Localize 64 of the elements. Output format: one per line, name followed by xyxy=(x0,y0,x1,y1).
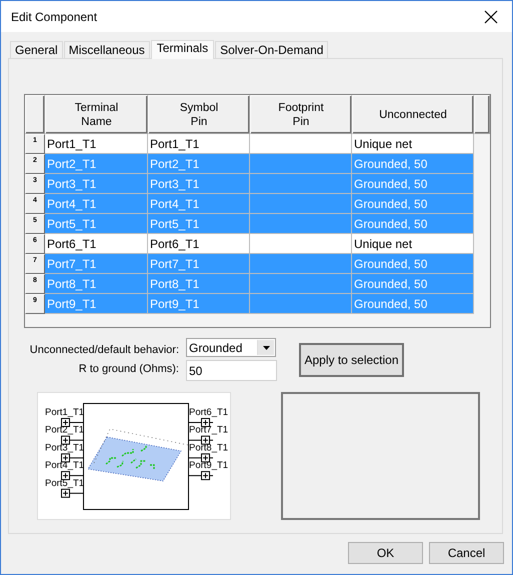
table-cell: Port9_T1 xyxy=(148,294,250,314)
table-cell: Port7_T1 xyxy=(45,254,148,274)
table-cell: Grounded, 50 xyxy=(352,194,474,214)
table-cell: Port2_T1 xyxy=(148,154,250,174)
apply-button[interactable]: Apply to selection xyxy=(299,343,404,377)
port-label: Port6_T1 xyxy=(189,407,228,418)
pin-icon xyxy=(188,471,214,480)
table-cell: Grounded, 50 xyxy=(352,174,474,194)
table-cell: Grounded, 50 xyxy=(352,294,474,314)
pin-icon xyxy=(188,453,214,462)
table-cell: Port5_T1 xyxy=(45,214,148,234)
column-header[interactable] xyxy=(474,95,490,134)
dialog-button[interactable]: OK xyxy=(348,542,423,564)
pin-icon xyxy=(61,471,84,480)
behavior-dropdown[interactable]: Grounded xyxy=(186,338,276,357)
table-cell: Grounded, 50 xyxy=(352,254,474,274)
table-cell: Grounded, 50 xyxy=(352,214,474,234)
table-cell: Port1_T1 xyxy=(45,134,148,154)
pin-icon xyxy=(61,453,84,462)
table-cell: Unique net xyxy=(352,134,474,154)
table-cell: Port6_T1 xyxy=(148,234,250,254)
table-cell: Port4_T1 xyxy=(148,194,250,214)
tab[interactable]: General xyxy=(10,41,63,58)
resistance-label: R to ground (Ohms): xyxy=(78,363,179,375)
table-cell: Port9_T1 xyxy=(45,294,148,314)
tab[interactable]: Miscellaneous xyxy=(64,41,150,58)
table-cell: Port3_T1 xyxy=(148,174,250,194)
column-header[interactable] xyxy=(25,95,45,134)
dialog-button[interactable]: Cancel xyxy=(429,542,504,564)
table-cell: Port6_T1 xyxy=(45,234,148,254)
pin-icon xyxy=(188,436,214,445)
behavior-label: Unconnected/default behavior: xyxy=(30,344,179,356)
table-cell: Grounded, 50 xyxy=(352,274,474,294)
port-label: Port8_T1 xyxy=(189,442,228,454)
table-cell: Port4_T1 xyxy=(45,194,148,214)
port-label: Port3_T1 xyxy=(45,442,84,454)
resistance-field[interactable]: 50 xyxy=(186,360,277,381)
port-label: Port1_T1 xyxy=(45,407,84,418)
window-title: Edit Component xyxy=(11,10,98,24)
port-label: Port4_T1 xyxy=(45,460,84,472)
table-cell: Port3_T1 xyxy=(45,174,148,194)
table-cell: Port2_T1 xyxy=(45,154,148,174)
pin-icon xyxy=(188,418,214,427)
table-cell: Port5_T1 xyxy=(148,214,250,234)
pin-icon xyxy=(61,488,84,498)
pin-icon xyxy=(61,418,84,427)
column-header[interactable]: Terminal Name xyxy=(45,95,148,134)
port-label: Port9_T1 xyxy=(189,460,228,472)
tab[interactable]: Terminals xyxy=(150,40,214,59)
port-label: Port7_T1 xyxy=(189,424,228,436)
table-cell: Port7_T1 xyxy=(148,254,250,274)
table-cell: Port8_T1 xyxy=(148,274,250,294)
caret-icon xyxy=(262,346,270,350)
close-icon[interactable] xyxy=(484,10,498,24)
port-label: Port5_T1 xyxy=(45,478,84,489)
table-cell: Port1_T1 xyxy=(148,134,250,154)
column-header[interactable]: Unconnected xyxy=(352,95,474,134)
table-cell: Port8_T1 xyxy=(45,274,148,294)
column-header[interactable]: Footprint Pin xyxy=(250,95,352,134)
table-cell: Unique net xyxy=(352,234,474,254)
tab[interactable]: Solver-On-Demand xyxy=(215,41,328,58)
column-header[interactable]: Symbol Pin xyxy=(148,95,250,134)
pin-icon xyxy=(61,436,84,445)
table-cell: Grounded, 50 xyxy=(352,154,474,174)
